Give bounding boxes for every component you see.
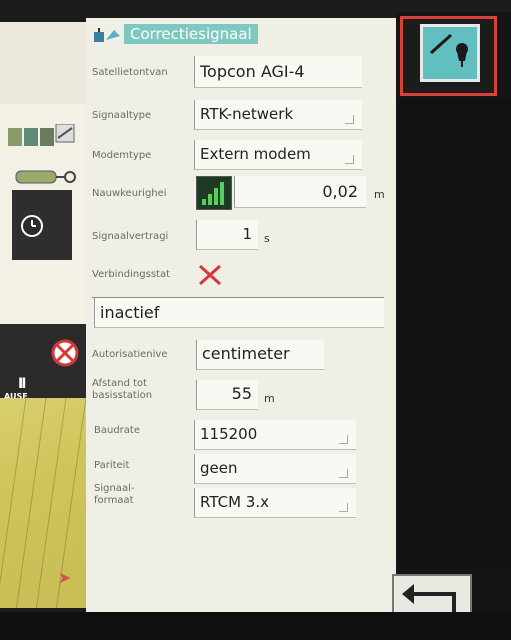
no-steering-icon[interactable] xyxy=(50,338,80,368)
field-map[interactable] xyxy=(0,398,86,608)
signal-delay-label: Signaalvertragi xyxy=(92,231,169,242)
implement-icon[interactable] xyxy=(8,165,76,187)
dropdown-corner-icon xyxy=(345,115,354,124)
dropdown-corner-icon xyxy=(339,435,348,444)
signal-delay-value: 1 xyxy=(242,225,252,243)
dropdown-corner-icon xyxy=(339,469,348,478)
base-distance-label-line1: Afstand tot xyxy=(92,378,148,389)
signal-format-select[interactable]: RTCM 3.x xyxy=(194,488,356,518)
page-title: Correctiesignaal xyxy=(124,24,258,44)
authorization-level-field: centimeter xyxy=(196,340,324,370)
clock-icon[interactable] xyxy=(20,214,44,238)
signal-type-value: RTK-netwerk xyxy=(200,105,294,123)
satellite-antenna-icon xyxy=(94,28,120,42)
accuracy-label: Nauwkeurighei xyxy=(92,188,167,199)
modem-type-label: Modemtype xyxy=(92,150,152,161)
signal-delay-unit: s xyxy=(264,232,270,245)
modem-type-select[interactable]: Extern modem xyxy=(194,140,362,170)
signal-format-label-line1: Signaal- xyxy=(94,483,135,494)
modem-type-value: Extern modem xyxy=(200,145,311,163)
signal-delay-field: 1 xyxy=(196,220,258,250)
vehicle-position-icon: ➤ xyxy=(58,568,72,587)
receiver-select[interactable]: Topcon AGI-4 xyxy=(194,56,362,88)
dropdown-corner-icon xyxy=(345,155,354,164)
red-x-icon xyxy=(198,264,222,286)
right-dark-panel xyxy=(398,98,511,568)
dropdown-corner-icon xyxy=(339,503,348,512)
connection-status-label: Verbindingsstat xyxy=(92,269,170,280)
accuracy-value: 0,02 xyxy=(322,182,358,201)
baudrate-select[interactable]: 115200 xyxy=(194,420,356,450)
base-distance-field: 55 xyxy=(196,380,258,410)
base-distance-label-line2: basisstation xyxy=(92,390,153,401)
parity-select[interactable]: geen xyxy=(194,454,356,484)
pause-icon[interactable]: II xyxy=(18,376,27,392)
parity-label: Pariteit xyxy=(94,460,130,471)
authorization-level-value: centimeter xyxy=(202,344,290,363)
accuracy-field: 0,02 xyxy=(234,176,366,208)
receiver-label: Satellietontvan xyxy=(92,67,168,78)
base-distance-unit: m xyxy=(264,392,275,405)
signal-format-label: Signaal- formaat xyxy=(94,483,192,507)
signal-format-value: RTCM 3.x xyxy=(200,493,269,511)
base-distance-value: 55 xyxy=(231,384,252,403)
machine-sections-icon[interactable] xyxy=(8,124,76,150)
signal-type-select[interactable]: RTK-netwerk xyxy=(194,100,362,130)
signal-strength-icon xyxy=(196,176,232,210)
connection-status-text-field: inactief xyxy=(94,298,384,328)
signal-type-label: Signaaltype xyxy=(92,110,152,121)
left-top-area xyxy=(0,22,86,104)
tree-map-icon xyxy=(429,33,468,67)
baudrate-label: Baudrate xyxy=(94,425,140,436)
signal-format-label-line2: formaat xyxy=(94,495,134,506)
base-distance-label: Afstand tot basisstation xyxy=(92,378,190,402)
bottom-status-bar xyxy=(0,612,511,640)
parity-value: geen xyxy=(200,459,238,477)
baudrate-value: 115200 xyxy=(200,425,258,443)
receiver-value: Topcon AGI-4 xyxy=(200,62,305,81)
authorization-level-label: Autorisatienive xyxy=(92,349,168,360)
accuracy-unit: m xyxy=(374,188,385,201)
map-view-button-face[interactable] xyxy=(420,24,480,82)
connection-status-text: inactief xyxy=(100,303,160,322)
